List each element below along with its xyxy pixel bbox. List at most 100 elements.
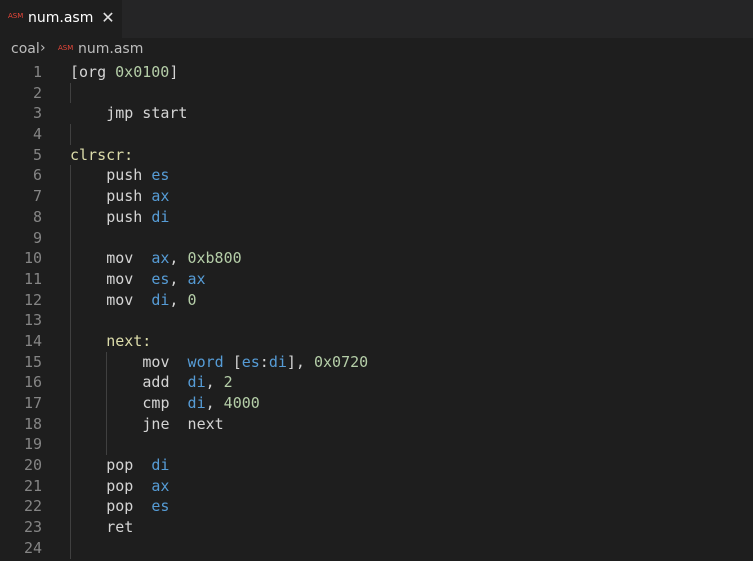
line-number: 20 [23, 456, 42, 475]
code-token: di [151, 456, 170, 475]
code-line[interactable]: 3 jmp start [0, 103, 753, 124]
code-line[interactable]: 14 next: [0, 330, 753, 352]
indent-guide [70, 351, 71, 373]
code-token: jne next [142, 414, 224, 433]
code-area[interactable]: 1 [org 0x0100] 2 3 jmp start 4 5 clrscr: 6 push e… [0, 62, 753, 559]
code-line[interactable]: 13 [0, 310, 753, 331]
indent-guide [70, 268, 71, 290]
indent-guide [70, 310, 71, 331]
code-line[interactable]: 22 pop es [0, 496, 753, 518]
code-token: di [187, 394, 206, 412]
chevron-right-icon: › [40, 40, 46, 56]
code-token: ret [106, 518, 134, 537]
line-number: 2 [32, 83, 42, 102]
code-token: ] [169, 63, 179, 81]
code-text: pop ax [106, 476, 169, 497]
line-number: 18 [23, 414, 42, 433]
code-token: 0x0100 [115, 63, 170, 81]
indent-guide [70, 434, 71, 456]
code-line[interactable]: 20 pop di [0, 455, 753, 476]
code-line[interactable]: 23 ret [0, 517, 753, 538]
code-token: clrscr: [70, 145, 134, 164]
line-number: 5 [32, 145, 42, 164]
code-line[interactable]: 17 cmp di, 4000 [0, 393, 753, 414]
line-number: 21 [23, 476, 42, 495]
indent-guide [70, 248, 71, 269]
line-number: 13 [23, 311, 42, 330]
indent-guide [70, 206, 71, 228]
code-token: , [169, 249, 188, 268]
code-token: , [205, 373, 224, 392]
line-number: 17 [23, 394, 42, 412]
code-token: ], [286, 352, 314, 371]
indent-guide [106, 434, 108, 456]
code-line[interactable]: 11 mov es, ax [0, 268, 753, 290]
code-line[interactable]: 6 push es [0, 165, 753, 187]
code-text: cmp di, 4000 [142, 393, 259, 414]
line-number: 11 [23, 269, 42, 288]
indent-guide [70, 372, 71, 393]
code-line[interactable]: 18 jne next [0, 413, 753, 435]
code-token: mov [106, 290, 152, 309]
close-icon[interactable]: ✕ [100, 8, 116, 28]
code-line[interactable]: 5 clrscr: [0, 145, 753, 166]
code-line[interactable]: 9 [0, 227, 753, 249]
code-text: add di, 2 [142, 372, 232, 393]
tab-bar: ASM num.asm ✕ [0, 0, 753, 38]
indent-guide [70, 413, 71, 435]
code-line[interactable]: 8 push di [0, 206, 753, 228]
code-line[interactable]: 1 [org 0x0100] [0, 62, 753, 83]
breadcrumb: coal › ASM num.asm [0, 38, 753, 60]
code-line[interactable]: 19 [0, 434, 753, 456]
code-token: di [151, 207, 170, 226]
line-number: 9 [32, 228, 42, 247]
line-number: 3 [32, 104, 42, 123]
code-token: es [151, 497, 170, 516]
code-token: es [151, 269, 170, 288]
code-text: mov word [es:di], 0x0720 [142, 352, 368, 373]
code-line[interactable]: 2 [0, 82, 753, 104]
indent-guide [70, 330, 71, 352]
code-line[interactable]: 21 pop ax [0, 475, 753, 497]
code-token: , [169, 290, 188, 309]
code-text: ret [106, 517, 133, 538]
code-line[interactable]: 15 mov word [es:di], 0x0720 [0, 351, 753, 373]
code-token: mov [142, 352, 188, 371]
tab-num-asm[interactable]: ASM num.asm ✕ [0, 0, 122, 38]
code-token: 0 [187, 290, 197, 309]
code-token: di [151, 290, 170, 309]
code-editor: ASM num.asm ✕ coal › ASM num.asm 1 [org 0… [0, 0, 753, 561]
line-number: 24 [23, 538, 42, 557]
indent-guide [70, 82, 71, 104]
line-number: 6 [32, 166, 42, 185]
code-token: di [187, 373, 206, 392]
code-text: push ax [106, 186, 169, 207]
code-token: push [106, 207, 152, 226]
indent-guide [70, 496, 71, 518]
code-token: [org [70, 63, 116, 81]
code-line[interactable]: 10 mov ax, 0xb800 [0, 248, 753, 269]
indent-guide [106, 413, 108, 435]
breadcrumb-folder[interactable]: coal [11, 41, 40, 57]
line-number: 4 [32, 125, 42, 144]
asm-file-icon: ASM [58, 44, 74, 52]
code-text: mov di, 0 [106, 290, 196, 311]
code-line[interactable]: 4 [0, 124, 753, 145]
code-token: jmp start [106, 104, 188, 123]
code-token: : [259, 352, 269, 371]
asm-file-icon: ASM [8, 12, 24, 20]
indent-guide [106, 372, 108, 393]
code-token: pop [106, 476, 152, 495]
code-line[interactable]: 24 [0, 537, 753, 559]
code-line[interactable]: 12 mov di, 0 [0, 289, 753, 311]
code-token: word [187, 352, 224, 371]
line-number: 22 [23, 497, 42, 516]
code-line[interactable]: 16 add di, 2 [0, 372, 753, 393]
line-number: 15 [23, 352, 42, 371]
indent-guide [70, 124, 71, 145]
indent-guide [70, 186, 71, 207]
indent-guide [70, 537, 71, 559]
code-token: cmp [142, 394, 188, 412]
breadcrumb-file[interactable]: num.asm [78, 41, 143, 57]
code-line[interactable]: 7 push ax [0, 186, 753, 207]
